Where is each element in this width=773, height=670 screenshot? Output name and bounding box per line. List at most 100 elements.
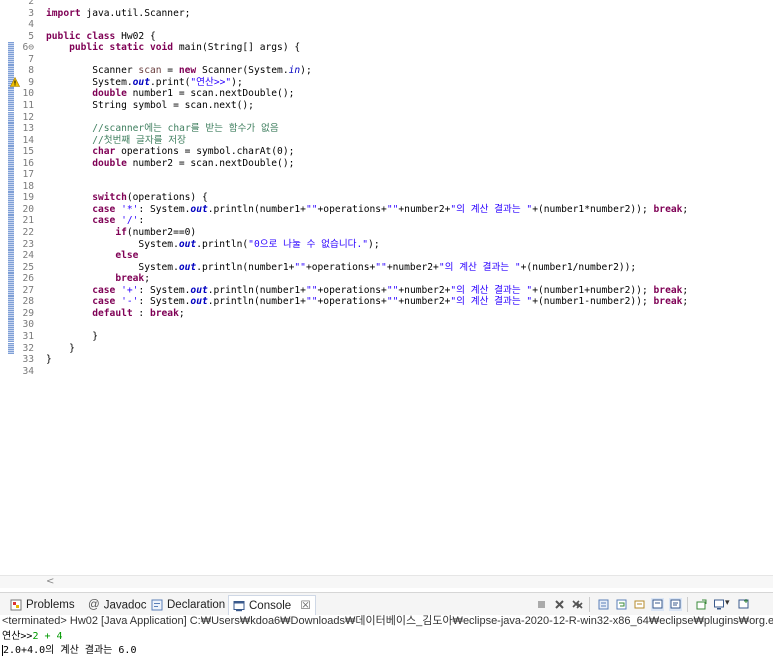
code-token: break xyxy=(653,296,683,308)
pin-console-icon[interactable] xyxy=(695,598,708,611)
code-line[interactable]: 9 System.out.print("연산>>"); xyxy=(0,76,773,89)
chevron-down-icon[interactable]: ▾ xyxy=(725,597,730,608)
code-line[interactable]: 15 char operations = symbol.charAt(0); xyxy=(0,146,773,158)
console-result-line: 2.0+4.0의 계산 결과는 6.0 xyxy=(2,644,136,657)
code-token: .print( xyxy=(149,76,191,88)
code-line[interactable]: 30 xyxy=(0,319,773,331)
code-line[interactable]: 18 xyxy=(0,180,773,193)
code-line[interactable]: 6⊖ public static void main(String[] args… xyxy=(0,42,773,54)
code-token: ; xyxy=(178,307,185,319)
code-token: +number2+ xyxy=(386,261,439,273)
code-line[interactable]: 13 //scanner에는 char를 받는 함수가 없음 xyxy=(0,123,773,135)
problems-icon xyxy=(10,599,22,611)
code-line[interactable]: 25 System.out.println(number1+""+operati… xyxy=(0,261,773,274)
code-token: '*' xyxy=(121,203,139,215)
code-line[interactable]: 11 String symbol = scan.next(); xyxy=(0,99,773,112)
line-number: 28 xyxy=(22,296,34,308)
code-line[interactable]: 12 xyxy=(0,111,773,123)
show-console-output-icon[interactable] xyxy=(669,598,682,611)
code-line[interactable]: 21 case '/': xyxy=(0,215,773,227)
code-token: ); xyxy=(368,238,380,250)
code-token: System. xyxy=(46,76,133,88)
code-token: "" xyxy=(305,296,318,308)
tab-declaration[interactable]: Declaration xyxy=(151,597,225,614)
code-token: "의 계산 결과는 " xyxy=(438,261,521,273)
code-token: : xyxy=(132,307,150,319)
code-text: case '+': System.out.println(number1+""+… xyxy=(46,285,688,297)
code-line[interactable]: 5 public class Hw02 { xyxy=(0,31,773,43)
code-line[interactable]: 4 xyxy=(0,19,773,31)
code-line[interactable]: 17 xyxy=(0,169,773,181)
code-line[interactable]: 28 case '-': System.out.println(number1+… xyxy=(0,296,773,308)
code-line[interactable]: 33} xyxy=(0,354,773,366)
horizontal-scrollbar[interactable]: < xyxy=(0,575,773,588)
code-text: } xyxy=(46,331,98,343)
code-line[interactable]: 2 xyxy=(0,0,773,8)
code-token: '/' xyxy=(121,215,139,227)
close-icon[interactable]: ☒ xyxy=(300,600,310,612)
code-line[interactable]: 24 else xyxy=(0,250,773,262)
code-line[interactable]: 26 break; xyxy=(0,273,773,285)
code-line[interactable]: 10 double number1 = scan.nextDouble(); xyxy=(0,88,773,100)
code-token: +(number1*number2)); xyxy=(532,203,654,215)
code-line[interactable]: 31 } xyxy=(0,330,773,343)
show-console-stdout-icon[interactable] xyxy=(633,598,646,611)
line-number: 34 xyxy=(22,365,34,377)
code-token: : System. xyxy=(138,284,191,296)
code-line[interactable]: 20 case '*': System.out.println(number1+… xyxy=(0,203,773,216)
word-wrap-icon[interactable] xyxy=(615,598,628,611)
line-number: 20 xyxy=(22,203,34,215)
tab-javadoc[interactable]: @ Javadoc xyxy=(88,597,147,614)
code-text: import java.util.Scanner; xyxy=(46,8,190,20)
scroll-lock-icon[interactable] xyxy=(597,598,610,611)
code-line[interactable]: 23 System.out.println("0으로 나눌 수 없습니다."); xyxy=(0,238,773,251)
code-token: "" xyxy=(386,203,399,215)
line-number: 26 xyxy=(22,273,34,285)
tab-problems[interactable]: Problems xyxy=(10,597,75,614)
code-token: +(number1/number2)); xyxy=(520,261,637,273)
code-token: "의 계산 결과는 " xyxy=(450,203,533,215)
terminate-icon[interactable] xyxy=(535,598,548,611)
code-token: +operations+ xyxy=(317,203,387,215)
show-console-stderr-icon[interactable] xyxy=(651,598,664,611)
code-token: .println(number1+ xyxy=(207,284,306,296)
line-number: 12 xyxy=(22,111,34,123)
code-line[interactable]: 29 default : break; xyxy=(0,307,773,320)
code-line[interactable]: 22 if(number2==0) xyxy=(0,227,773,239)
scroll-left-arrow-icon[interactable]: < xyxy=(46,576,54,587)
warning-icon[interactable] xyxy=(10,77,20,87)
code-token: break xyxy=(653,203,683,215)
code-token: break xyxy=(653,284,683,296)
code-token: public static void xyxy=(69,42,174,54)
remove-launch-icon[interactable] xyxy=(553,598,566,611)
code-token: "" xyxy=(386,284,399,296)
code-line[interactable]: 34 xyxy=(0,366,773,378)
code-token: break xyxy=(149,307,179,319)
code-line[interactable]: 32 } xyxy=(0,342,773,354)
line-number: 8 xyxy=(28,65,34,77)
tab-problems-label: Problems xyxy=(26,599,75,611)
remove-all-terminated-icon[interactable] xyxy=(571,598,584,611)
code-text: double number1 = scan.nextDouble(); xyxy=(46,88,294,100)
console-output[interactable]: <terminated> Hw02 [Java Application] C:₩… xyxy=(0,615,773,670)
line-number: 29 xyxy=(22,307,34,319)
open-console-icon[interactable] xyxy=(737,598,750,611)
code-line[interactable]: 16 double number2 = scan.nextDouble(); xyxy=(0,157,773,170)
code-line[interactable]: 7 xyxy=(0,53,773,66)
code-line[interactable]: 8 Scanner scan = new Scanner(System.in); xyxy=(0,65,773,77)
code-text: default : break; xyxy=(46,307,185,320)
code-editor[interactable]: 2 3 import java.util.Scanner; 4 5 public clas… xyxy=(0,0,773,575)
code-line[interactable]: 19 switch(operations) { xyxy=(0,192,773,204)
tab-console[interactable]: Console ☒ xyxy=(228,595,316,616)
code-line[interactable]: 27 case '+': System.out.println(number1+… xyxy=(0,284,773,297)
code-token: new xyxy=(178,65,197,77)
line-number: 30 xyxy=(22,319,34,331)
code-token: } xyxy=(46,342,75,354)
line-number: 33 xyxy=(22,354,34,366)
code-line[interactable]: 3 import java.util.Scanner; xyxy=(0,8,773,20)
code-line[interactable]: 14 //첫번째 글자를 저장 xyxy=(0,134,773,147)
line-number: 3 xyxy=(28,7,34,19)
code-token: in xyxy=(288,65,301,77)
